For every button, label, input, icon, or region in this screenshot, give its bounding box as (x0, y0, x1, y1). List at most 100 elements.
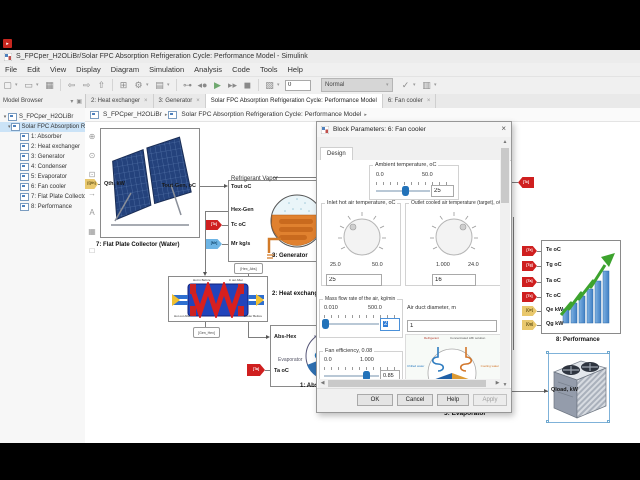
back-icon[interactable]: ⇦ (65, 79, 78, 92)
menu-tools[interactable]: Tools (255, 63, 283, 76)
open-icon[interactable]: ▭ (22, 79, 35, 92)
menu-simulation[interactable]: Simulation (144, 63, 189, 76)
menu-diagram[interactable]: Diagram (106, 63, 144, 76)
run-icon[interactable]: ▶ (211, 79, 224, 92)
scroll-thumb[interactable] (501, 148, 509, 203)
new-model-icon[interactable]: ▢ (1, 79, 14, 92)
dialog-vertical-scrollbar[interactable]: ▲ ▼ (500, 138, 510, 390)
tab-close-icon[interactable]: × (144, 98, 148, 104)
tree-item-evaporator[interactable]: 5: Evaporator (0, 172, 85, 182)
ambient-slider-thumb[interactable] (402, 186, 409, 196)
fan-eff-slider[interactable] (324, 375, 379, 377)
menu-analysis[interactable]: Analysis (189, 63, 227, 76)
tab-generator[interactable]: 3: Generator × (154, 94, 206, 108)
sim-mode-select[interactable]: Normal ▾ (321, 78, 393, 92)
selection-handle[interactable] (607, 351, 610, 354)
inlet-knob[interactable] (336, 210, 388, 260)
tree-item-root[interactable]: ▾ S_FPCper_H2OLiBr (0, 112, 85, 122)
up-to-parent-icon[interactable]: ⇧ (95, 79, 108, 92)
goto-tag-gen-hex[interactable]: [Gen_Hex] (193, 327, 220, 338)
tab-performance-model[interactable]: Solar FPC Absorption Refrigeration Cycle… (205, 94, 383, 108)
block-performance[interactable]: Te oC Tg oC Ta oC Tc oC Qe kW Qg kW (541, 240, 621, 334)
fit-view-icon[interactable]: ⊡ (86, 168, 98, 180)
mass-flow-slider[interactable] (324, 323, 379, 325)
library-browser-icon[interactable]: ⊞ (117, 79, 130, 92)
block-fan-cooler[interactable]: Qload, kW (548, 353, 610, 423)
manage-team-icon[interactable]: ▥ (420, 79, 433, 92)
tab-heat-exchanger[interactable]: 2: Heat exchanger × (86, 94, 154, 108)
menu-display[interactable]: Display (71, 63, 106, 76)
area-icon[interactable]: □ (86, 244, 98, 256)
sim-display-icon[interactable]: ▧ (263, 79, 276, 92)
scroll-left-icon[interactable]: ◀ (318, 379, 327, 388)
dialog-horizontal-scrollbar[interactable]: ◀ ▶ (318, 379, 502, 388)
block-generator[interactable] (228, 180, 328, 262)
menu-edit[interactable]: Edit (22, 63, 45, 76)
outlet-value-input[interactable] (432, 274, 476, 286)
scroll-right-icon[interactable]: ▶ (493, 379, 502, 388)
browser-collapse-icon[interactable]: ▣ (76, 98, 82, 105)
selection-handle[interactable] (546, 351, 549, 354)
menu-code[interactable]: Code (227, 63, 255, 76)
menu-view[interactable]: View (45, 63, 71, 76)
block-flat-plate-collector[interactable]: Qth, kW Tout-Gen, oC (100, 128, 200, 238)
ok-button[interactable]: OK (357, 394, 393, 406)
model-data-icon[interactable]: ▤ (153, 79, 166, 92)
scroll-thumb[interactable] (328, 380, 486, 387)
dialog-close-icon[interactable]: × (501, 124, 506, 133)
mass-flow-slider-thumb[interactable] (322, 319, 329, 329)
block-heat-exchanger[interactable]: Hot in Before C out After Hot out After … (168, 276, 268, 322)
tree-item-absorber[interactable]: 1: Absorber (0, 132, 85, 142)
update-diagram-icon[interactable]: ⊶ (181, 79, 194, 92)
tree-item-condenser[interactable]: 4: Condenser (0, 162, 85, 172)
tree-item-heat-exchanger[interactable]: 2: Heat exchanger (0, 142, 85, 152)
refresh-check-icon[interactable]: ✓ (399, 79, 412, 92)
menu-help[interactable]: Help (283, 63, 308, 76)
selection-handle[interactable] (607, 420, 610, 423)
breadcrumb-root[interactable]: S_FPCper_H2OLiBr (103, 111, 162, 118)
model-data-dropdown-icon[interactable]: ▾ (167, 82, 173, 88)
inlet-value-input[interactable] (326, 274, 382, 286)
tree-item-model[interactable]: ▾ Solar FPC Absorption Refrigeration Cyc… (0, 122, 85, 132)
annotation-icon[interactable]: A (86, 206, 98, 218)
settings-dropdown-icon[interactable]: ▾ (146, 82, 152, 88)
check-dropdown-icon[interactable]: ▾ (413, 82, 419, 88)
sim-display-dropdown-icon[interactable]: ▾ (277, 82, 283, 88)
dialog-title-bar[interactable]: Block Parameters: 6: Fan cooler × (317, 122, 511, 137)
scroll-up-icon[interactable]: ▲ (500, 138, 510, 147)
ambient-value-input[interactable] (431, 185, 454, 197)
step-forward-icon[interactable]: ▸▸ (226, 79, 239, 92)
tab-close-icon[interactable]: × (427, 98, 431, 104)
breadcrumb-current[interactable]: Solar FPC Absorption Refrigeration Cycle… (181, 111, 361, 118)
team-dropdown-icon[interactable]: ▾ (434, 82, 440, 88)
help-button[interactable]: Help (437, 394, 469, 406)
apply-button[interactable]: Apply (473, 394, 507, 406)
selection-handle[interactable] (546, 420, 549, 423)
tree-item-generator[interactable]: 3: Generator (0, 152, 85, 162)
forward-icon[interactable]: ⇨ (80, 79, 93, 92)
model-settings-icon[interactable]: ⚙ (132, 79, 145, 92)
tree-item-collector[interactable]: 7: Flat Plate Collector (0, 192, 85, 202)
stop-icon[interactable]: ◼ (241, 79, 254, 92)
mass-flow-value-input[interactable]: 2 (380, 318, 400, 331)
tree-item-fan-cooler[interactable]: 6: Fan cooler (0, 182, 85, 192)
zoom-icon[interactable]: ⊙ (86, 149, 98, 161)
air-duct-input[interactable] (407, 320, 497, 332)
sim-stop-time-input[interactable] (285, 79, 311, 91)
tab-design[interactable]: Design (320, 147, 353, 161)
save-icon[interactable]: ▦ (43, 79, 56, 92)
goto-tag-hex-abs[interactable]: [Hex_Abs] (234, 263, 263, 274)
signal-route-icon[interactable]: → (86, 187, 98, 199)
outlet-knob[interactable] (428, 210, 480, 260)
menu-file[interactable]: File (0, 63, 22, 76)
open-dropdown-icon[interactable]: ▾ (36, 82, 42, 88)
cancel-button[interactable]: Cancel (397, 394, 433, 406)
tab-fan-cooler[interactable]: 6: Fan cooler × (383, 94, 437, 108)
hide-browser-icon[interactable]: ⊕ (86, 130, 98, 142)
step-back-icon[interactable]: ◂● (196, 79, 209, 92)
tree-item-performance[interactable]: 8: Performance (0, 202, 85, 212)
browser-menu-icon[interactable]: ▾ (70, 98, 73, 105)
image-icon[interactable]: ▦ (86, 225, 98, 237)
tab-close-icon[interactable]: × (196, 98, 200, 104)
new-model-dropdown-icon[interactable]: ▾ (15, 82, 21, 88)
